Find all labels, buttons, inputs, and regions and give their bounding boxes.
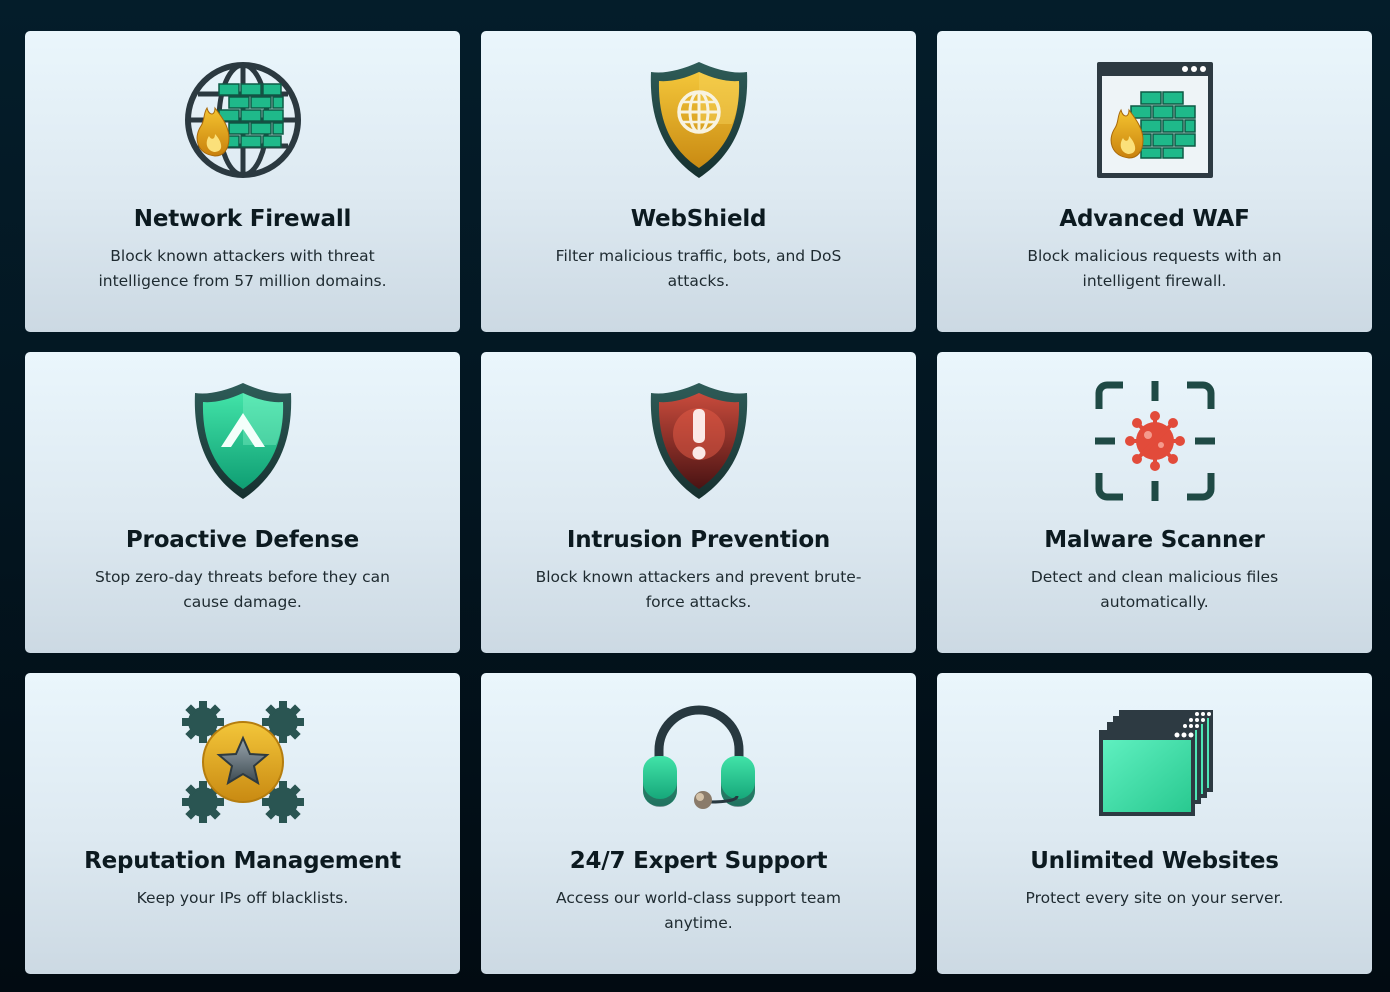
feature-card-reputation-management: Reputation Management Keep your IPs off … [25, 673, 460, 974]
feature-description: Access our world-class support team anyt… [556, 889, 841, 932]
feature-description: Block malicious requests with an intelli… [1027, 247, 1282, 290]
feature-card-malware-scanner: Malware Scanner Detect and clean malicio… [937, 352, 1372, 653]
feature-title: Unlimited Websites [1030, 848, 1279, 874]
feature-title: Intrusion Prevention [566, 527, 831, 553]
virus-scan-icon [1093, 379, 1217, 503]
browser-firewall-icon [1093, 58, 1217, 182]
feature-description: Stop zero-day threats before they can ca… [95, 568, 390, 611]
feature-card-webshield: WebShield Filter malicious traffic, bots… [481, 31, 916, 332]
feature-card-network-firewall: Network Firewall Block known attackers w… [25, 31, 460, 332]
feature-description: Block known attackers and prevent brute-… [535, 568, 862, 611]
feature-description: Filter malicious traffic, bots, and DoS … [555, 247, 842, 290]
feature-card-unlimited-websites: Unlimited Websites Protect every site on… [937, 673, 1372, 974]
feature-title: 24/7 Expert Support [569, 848, 828, 874]
feature-title: Proactive Defense [125, 527, 360, 553]
feature-card-proactive-defense: Proactive Defense Stop zero-day threats … [25, 352, 460, 653]
feature-title: WebShield [630, 206, 767, 232]
feature-title: Malware Scanner [1044, 527, 1265, 553]
shield-globe-icon [637, 58, 761, 182]
shield-alert-icon [637, 379, 761, 503]
features-grid: Network Firewall Block known attackers w… [25, 31, 1372, 974]
feature-description: Detect and clean malicious files automat… [1030, 568, 1279, 611]
feature-title: Network Firewall [133, 206, 352, 232]
feature-title: Advanced WAF [1059, 206, 1250, 232]
feature-title: Reputation Management [84, 848, 401, 874]
feature-card-advanced-waf: Advanced WAF Block malicious requests wi… [937, 31, 1372, 332]
star-gears-icon [181, 700, 305, 824]
shield-arrow-up-icon [181, 379, 305, 503]
feature-description: Protect every site on your server. [1025, 889, 1284, 907]
headset-icon [637, 700, 761, 824]
feature-description: Block known attackers with threat intell… [98, 247, 387, 290]
feature-description: Keep your IPs off blacklists. [136, 889, 349, 907]
feature-card-expert-support: 24/7 Expert Support Access our world-cla… [481, 673, 916, 974]
globe-firewall-icon [181, 58, 305, 182]
feature-card-intrusion-prevention: Intrusion Prevention Block known attacke… [481, 352, 916, 653]
stacked-windows-icon [1093, 700, 1217, 824]
